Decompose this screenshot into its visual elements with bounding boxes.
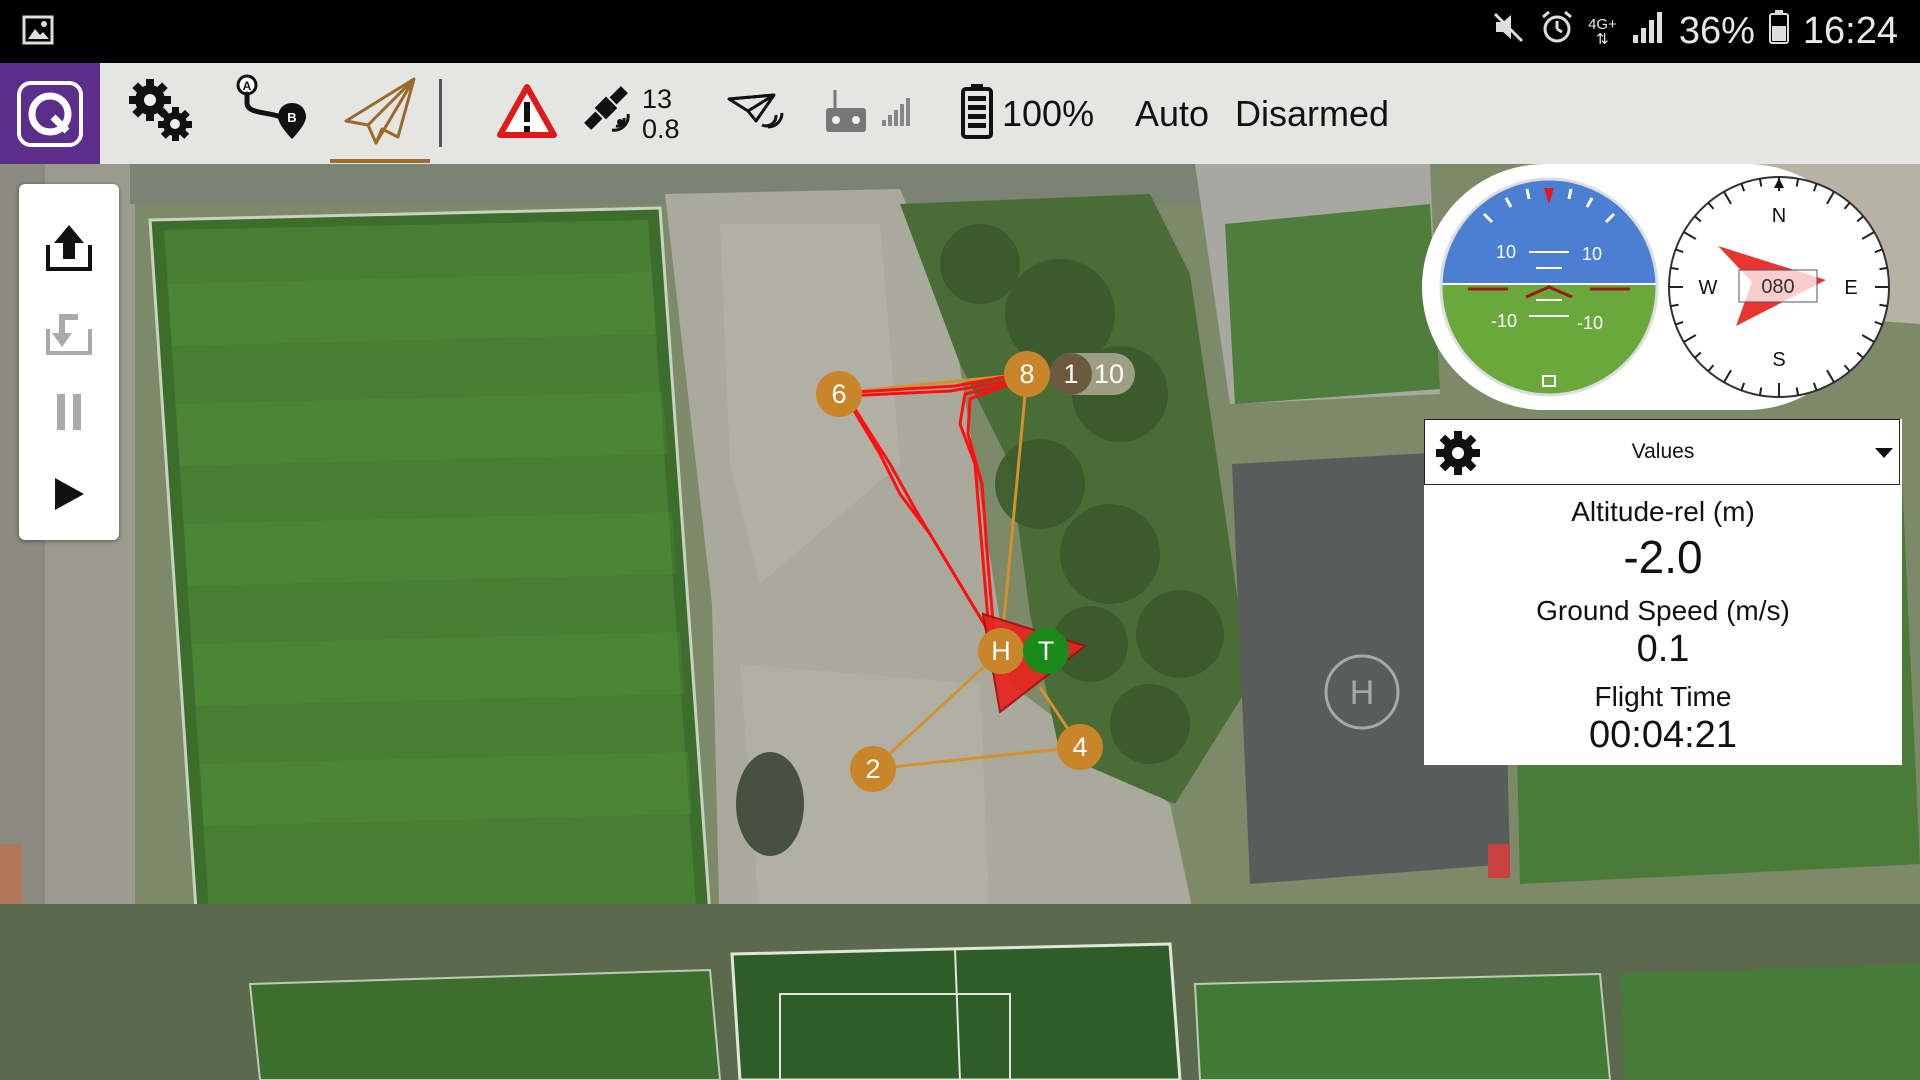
- messages-button[interactable]: [494, 63, 560, 164]
- compass-east: E: [1844, 277, 1857, 299]
- compass-tick: [1879, 266, 1888, 271]
- start-mission-button[interactable]: [19, 456, 119, 536]
- vehicle-battery-percent: 100%: [1002, 92, 1095, 134]
- plan-route-icon: A B: [232, 73, 308, 154]
- compass-tick: [1758, 178, 1763, 187]
- compass-indicator: N E S W 080: [1668, 176, 1890, 398]
- values-header[interactable]: Values: [1424, 419, 1900, 485]
- svg-text:A: A: [243, 79, 252, 93]
- gps-satellite-count: 13: [642, 83, 673, 114]
- clock: 16:24: [1802, 10, 1898, 52]
- rc-transmitter-icon: [823, 88, 869, 139]
- attitude-indicator: 10 10 -10 -10: [1439, 177, 1659, 397]
- gps-hdop: 0.8: [642, 113, 680, 144]
- toolbar-divider: [439, 79, 442, 147]
- altitude-label: Altitude-rel (m): [1571, 496, 1755, 527]
- alarm-icon: [1540, 10, 1574, 54]
- fly-tools-panel: [19, 184, 119, 540]
- telemetry-plane-icon: [726, 91, 784, 136]
- qgc-logo-icon[interactable]: [0, 63, 100, 164]
- arm-status-button[interactable]: Disarmed: [1228, 63, 1396, 164]
- compass-north: N: [1772, 205, 1786, 227]
- main-toolbar: A B 13 0.8 100% Auto Disarmed: [0, 63, 1920, 164]
- image-icon: [22, 15, 54, 50]
- flight-time-label: Flight Time: [1594, 681, 1732, 712]
- pause-icon: [54, 392, 84, 437]
- vehicle-battery-icon: [960, 83, 994, 144]
- pause-button[interactable]: [19, 374, 119, 454]
- waypoint-marker-8[interactable]: 8: [1004, 351, 1050, 397]
- fly-view-button[interactable]: [332, 63, 428, 164]
- battery-indicator[interactable]: 100%: [960, 63, 1100, 164]
- active-view-indicator: [330, 159, 430, 163]
- waypoint-marker-2[interactable]: 2: [850, 746, 896, 792]
- ground-speed-label: Ground Speed (m/s): [1536, 595, 1790, 626]
- start-mission-icon: [52, 476, 86, 517]
- compass-tick: [1670, 303, 1679, 308]
- values-title: Values: [1631, 440, 1695, 463]
- waypoint-marker-6[interactable]: 6: [816, 371, 862, 417]
- battery-icon: [1768, 9, 1789, 54]
- home-marker[interactable]: H: [978, 628, 1024, 674]
- rc-signal-bars-icon: [881, 96, 913, 131]
- compass-tick: [1795, 387, 1800, 396]
- pitch-label-down-right: -10: [1577, 313, 1603, 333]
- waypoint-marker-4[interactable]: 4: [1057, 724, 1103, 770]
- compass-tick: [1879, 303, 1888, 308]
- takeoff-marker[interactable]: T: [1023, 628, 1069, 674]
- settings-button[interactable]: [118, 63, 202, 164]
- mission-counter-total: 10: [1094, 359, 1125, 389]
- flight-time-value: 00:04:21: [1589, 714, 1737, 756]
- compass-heading: 080: [1761, 276, 1794, 298]
- warning-icon: [497, 84, 557, 143]
- mute-icon: [1492, 10, 1526, 54]
- signal-icon: [1631, 10, 1665, 53]
- pitch-label-up-left: 10: [1496, 242, 1516, 262]
- pitch-label-down-left: -10: [1491, 311, 1517, 331]
- fly-paper-plane-icon: [342, 75, 418, 152]
- mission-counter: 1 10: [1050, 353, 1135, 395]
- compass-tick: [1758, 387, 1763, 396]
- mission-counter-current: 1: [1050, 353, 1092, 395]
- svg-text:H: H: [1350, 674, 1375, 712]
- ground-speed-value: 0.1: [1636, 628, 1690, 670]
- android-status-bar: 4G+ ⇅ 36% 16:24: [0, 0, 1920, 63]
- telemetry-rssi-indicator[interactable]: [722, 63, 788, 164]
- takeoff-icon: [42, 223, 96, 278]
- compass-west: W: [1699, 277, 1718, 299]
- svg-text:B: B: [287, 110, 296, 125]
- rc-rssi-indicator[interactable]: [816, 63, 920, 164]
- instrument-panel[interactable]: 10 10 -10 -10 N E S W 080: [1422, 164, 1890, 410]
- flight-mode-selector[interactable]: Auto: [1124, 63, 1220, 164]
- battery-percent: 36%: [1678, 10, 1755, 52]
- compass-tick: [1795, 178, 1800, 187]
- values-dropdown-icon[interactable]: [1875, 447, 1893, 465]
- compass-tick: [1670, 266, 1679, 271]
- network-type-indicator: 4G+ ⇅: [1588, 15, 1617, 48]
- return-to-launch-button[interactable]: [19, 294, 119, 374]
- takeoff-button[interactable]: [19, 210, 119, 290]
- altitude-value: -2.0: [1623, 531, 1703, 583]
- gps-indicator[interactable]: 13 0.8: [580, 63, 692, 164]
- rtl-icon: [42, 307, 96, 362]
- plan-view-button[interactable]: A B: [228, 63, 312, 164]
- compass-south: S: [1772, 349, 1785, 371]
- gps-satellite-icon: [580, 82, 638, 145]
- settings-gears-icon: [123, 76, 197, 151]
- values-widget: Values Altitude-rel (m) -2.0 Ground Spee…: [1424, 419, 1902, 765]
- pitch-label-up-right: 10: [1582, 244, 1602, 264]
